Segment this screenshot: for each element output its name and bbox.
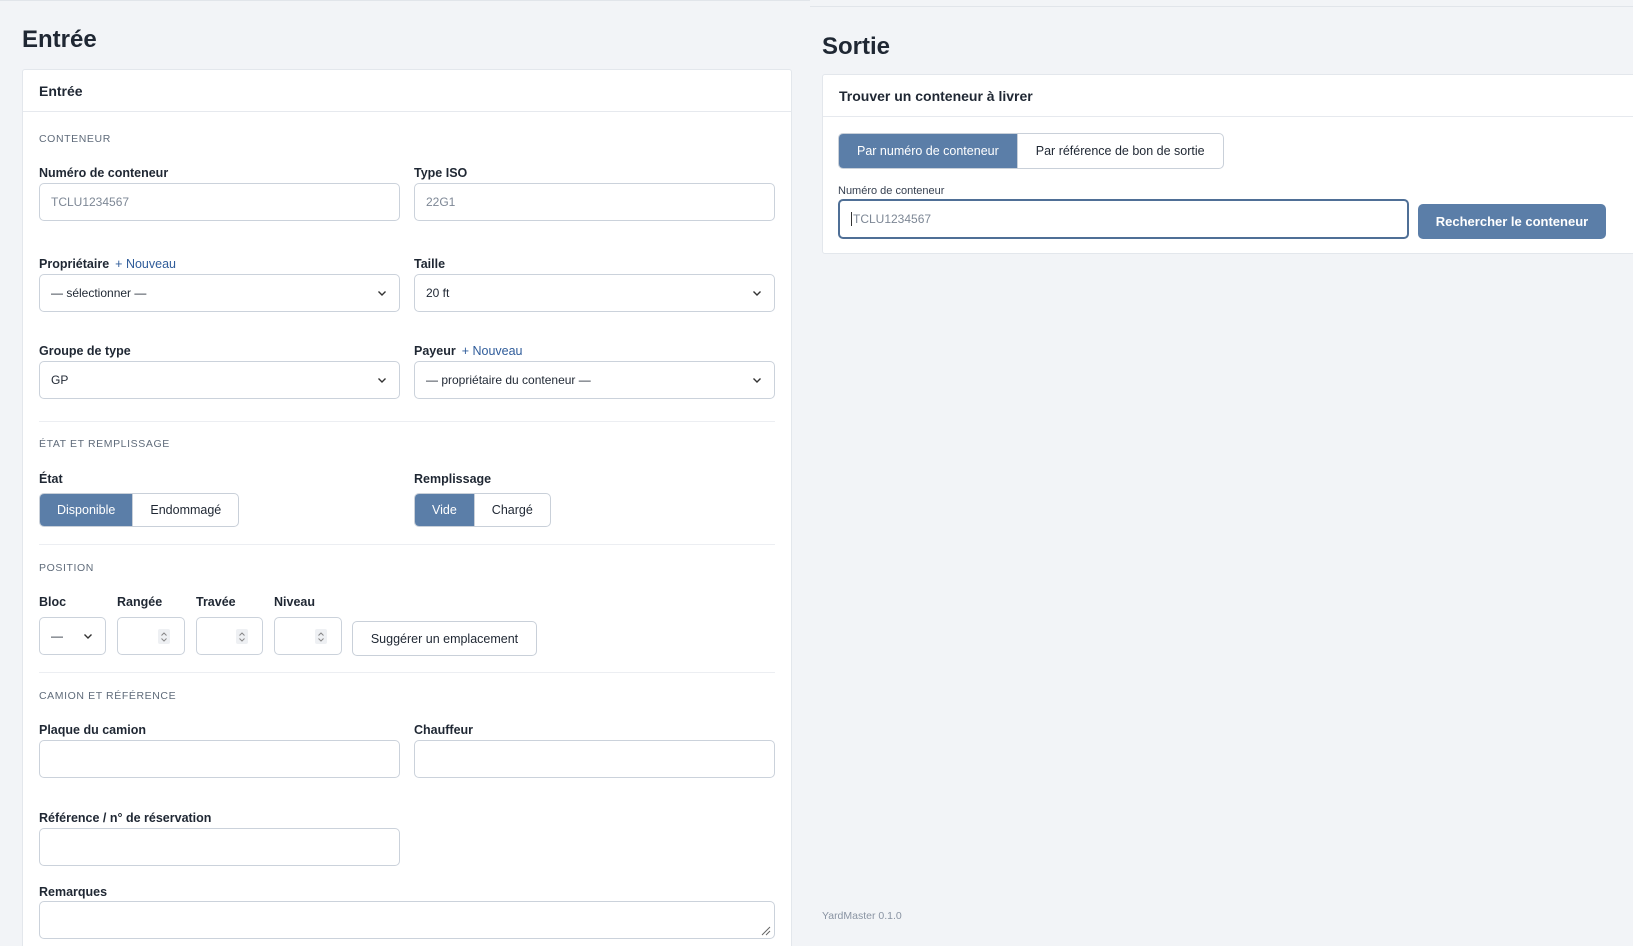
proprietaire-label: Propriétaire + Nouveau bbox=[39, 257, 176, 271]
reference-label: Référence / n° de réservation bbox=[39, 811, 212, 825]
remplissage-option-charge[interactable]: Chargé bbox=[473, 494, 550, 526]
taille-value: 20 ft bbox=[426, 286, 450, 300]
sortie-page-title: Sortie bbox=[822, 33, 891, 60]
section-etat: ÉTAT ET REMPLISSAGE bbox=[39, 438, 170, 450]
bloc-value: — bbox=[51, 629, 63, 643]
payeur-value: — propriétaire du conteneur — bbox=[426, 373, 591, 387]
resize-grip-icon[interactable] bbox=[759, 923, 771, 936]
payeur-label-text: Payeur bbox=[414, 344, 456, 358]
plaque-label: Plaque du camion bbox=[39, 723, 146, 737]
groupe-select[interactable]: GP bbox=[39, 361, 400, 399]
stepper-arrows-icon[interactable] bbox=[236, 629, 248, 644]
divider bbox=[39, 544, 775, 545]
plaque-input[interactable] bbox=[39, 740, 400, 778]
etat-option-endommage[interactable]: Endommagé bbox=[132, 494, 238, 526]
divider bbox=[39, 672, 775, 673]
iso-placeholder: 22G1 bbox=[426, 195, 456, 209]
app-version: YardMaster 0.1.0 bbox=[822, 910, 902, 922]
section-conteneur: CONTENEUR bbox=[39, 133, 111, 145]
numero-label: Numéro de conteneur bbox=[39, 166, 169, 180]
remplissage-toggle: Vide Chargé bbox=[414, 493, 551, 527]
etat-label: État bbox=[39, 472, 63, 486]
bloc-select[interactable]: — bbox=[39, 617, 106, 655]
reference-input[interactable] bbox=[39, 828, 400, 866]
chevron-down-icon bbox=[751, 374, 763, 386]
tab-par-reference[interactable]: Par référence de bon de sortie bbox=[1016, 134, 1223, 168]
proprietaire-add-link[interactable]: + Nouveau bbox=[115, 257, 176, 271]
payeur-label: Payeur + Nouveau bbox=[414, 344, 523, 358]
rangee-label: Rangée bbox=[117, 595, 163, 609]
search-container-button[interactable]: Rechercher le conteneur bbox=[1418, 204, 1606, 239]
text-caret bbox=[851, 212, 852, 226]
chevron-down-icon bbox=[376, 287, 388, 299]
divider bbox=[39, 421, 775, 422]
etat-option-disponible[interactable]: Disponible bbox=[40, 494, 133, 526]
tab-par-numero[interactable]: Par numéro de conteneur bbox=[839, 134, 1017, 168]
travee-label: Travée bbox=[196, 595, 236, 609]
sortie-numero-placeholder: TCLU1234567 bbox=[853, 212, 932, 226]
remarques-label: Remarques bbox=[39, 885, 108, 899]
entree-page-title: Entrée bbox=[22, 26, 97, 53]
remplissage-option-vide[interactable]: Vide bbox=[415, 494, 474, 526]
entree-pane: Entrée Entrée CONTENEUR Numéro de conten… bbox=[0, 0, 810, 946]
groupe-label: Groupe de type bbox=[39, 344, 131, 358]
sortie-card-title: Trouver un conteneur à livrer bbox=[823, 75, 1633, 117]
taille-label: Taille bbox=[414, 257, 446, 271]
numero-input[interactable]: TCLU1234567 bbox=[39, 183, 400, 221]
proprietaire-value: — sélectionner — bbox=[51, 286, 147, 300]
iso-label: Type ISO bbox=[414, 166, 468, 180]
payeur-add-link[interactable]: + Nouveau bbox=[462, 344, 523, 358]
chevron-down-icon bbox=[82, 630, 94, 642]
section-position: POSITION bbox=[39, 562, 94, 574]
remplissage-label: Remplissage bbox=[414, 472, 492, 486]
taille-select[interactable]: 20 ft bbox=[414, 274, 775, 312]
section-camion: CAMION ET RÉFÉRENCE bbox=[39, 690, 177, 702]
rangee-input[interactable] bbox=[117, 617, 185, 655]
niveau-label: Niveau bbox=[274, 595, 315, 609]
suggest-location-button[interactable]: Suggérer un emplacement bbox=[352, 621, 537, 656]
travee-input[interactable] bbox=[196, 617, 263, 655]
etat-toggle: Disponible Endommagé bbox=[39, 493, 240, 527]
chauffeur-input[interactable] bbox=[414, 740, 775, 778]
stepper-arrows-icon[interactable] bbox=[315, 629, 327, 644]
entree-card-title: Entrée bbox=[23, 70, 791, 112]
numero-placeholder: TCLU1234567 bbox=[51, 195, 130, 209]
chauffeur-label: Chauffeur bbox=[414, 723, 474, 737]
sortie-mode-tabs: Par numéro de conteneur Par référence de… bbox=[838, 133, 1224, 169]
niveau-input[interactable] bbox=[274, 617, 342, 655]
sortie-pane: Sortie Trouver un conteneur à livrer Par… bbox=[810, 6, 1633, 946]
stepper-arrows-icon[interactable] bbox=[158, 629, 170, 644]
bloc-label: Bloc bbox=[39, 595, 67, 609]
payeur-select[interactable]: — propriétaire du conteneur — bbox=[414, 361, 775, 399]
sortie-numero-input[interactable]: TCLU1234567 bbox=[838, 199, 1409, 239]
chevron-down-icon bbox=[376, 374, 388, 386]
proprietaire-label-text: Propriétaire bbox=[39, 257, 110, 271]
chevron-down-icon bbox=[751, 287, 763, 299]
iso-input[interactable]: 22G1 bbox=[414, 183, 775, 221]
sortie-numero-label: Numéro de conteneur bbox=[838, 185, 945, 197]
remarques-textarea[interactable] bbox=[39, 901, 775, 939]
groupe-value: GP bbox=[51, 373, 69, 387]
proprietaire-select[interactable]: — sélectionner — bbox=[39, 274, 400, 312]
